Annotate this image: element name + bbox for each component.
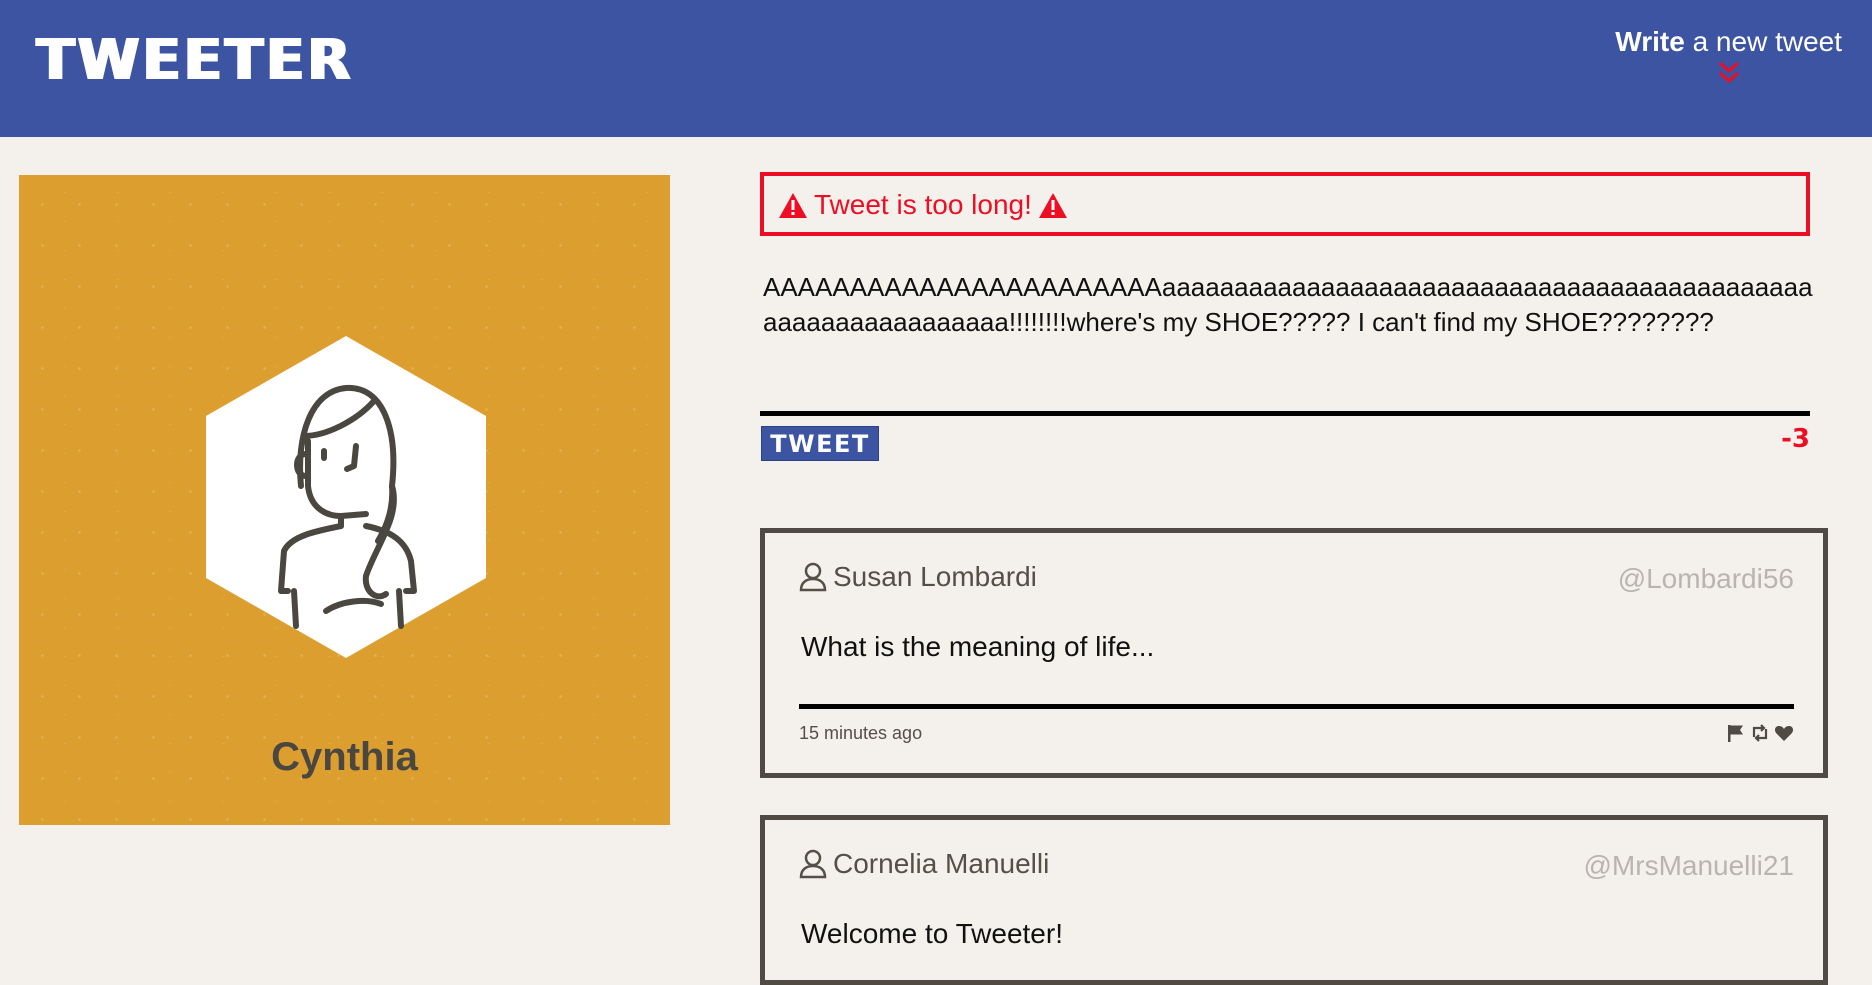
tweet-actions — [1726, 723, 1794, 743]
tweet-card: Cornelia Manuelli @MrsManuelli21 Welcome… — [760, 815, 1828, 985]
write-new-tweet-label: Write a new tweet — [1615, 26, 1842, 57]
tweet-card: Susan Lombardi @Lombardi56 What is the m… — [760, 528, 1828, 778]
retweet-icon[interactable] — [1750, 723, 1770, 743]
profile-card: Cynthia — [19, 175, 670, 825]
user-icon — [799, 849, 827, 879]
tweet-author-name: Cornelia Manuelli — [833, 848, 1050, 879]
heart-icon[interactable] — [1774, 723, 1794, 743]
error-text: Tweet is too long! — [814, 189, 1032, 220]
brand-logo[interactable]: TWEETER — [36, 28, 353, 93]
user-icon — [799, 562, 827, 592]
tweet-submit-button[interactable]: TWEET — [761, 426, 879, 461]
tweet-handle: @Lombardi56 — [1617, 563, 1794, 594]
tweet-handle: @MrsManuelli21 — [1583, 850, 1795, 881]
tweet-textarea[interactable]: AAAAAAAAAAAAAAAAAAAAAAAaaaaaaaaaaaaaaaaa… — [763, 270, 1813, 350]
composer-divider — [760, 411, 1810, 416]
tweet-timestamp: 15 minutes ago — [799, 723, 923, 743]
double-chevron-down-icon — [1718, 61, 1739, 84]
profile-name: Cynthia — [271, 735, 418, 779]
tweet-author: Cornelia Manuelli — [799, 848, 1049, 880]
person-avatar-icon — [206, 336, 486, 658]
flag-icon[interactable] — [1726, 723, 1746, 743]
warning-icon — [779, 192, 807, 218]
tweet-author: Susan Lombardi — [799, 561, 1037, 593]
character-counter: -3 — [1781, 424, 1810, 454]
write-new-tweet-button[interactable]: Write a new tweet — [1615, 26, 1842, 86]
tweet-author-name: Susan Lombardi — [833, 561, 1037, 592]
tweet-content: Welcome to Tweeter! — [801, 918, 1063, 949]
warning-icon — [1038, 192, 1067, 218]
top-nav-bar: TWEETER Write a new tweet — [0, 0, 1872, 137]
error-message: Tweet is too long! — [760, 172, 1810, 236]
tweet-divider — [799, 704, 1794, 709]
tweet-content: What is the meaning of life... — [801, 631, 1155, 662]
